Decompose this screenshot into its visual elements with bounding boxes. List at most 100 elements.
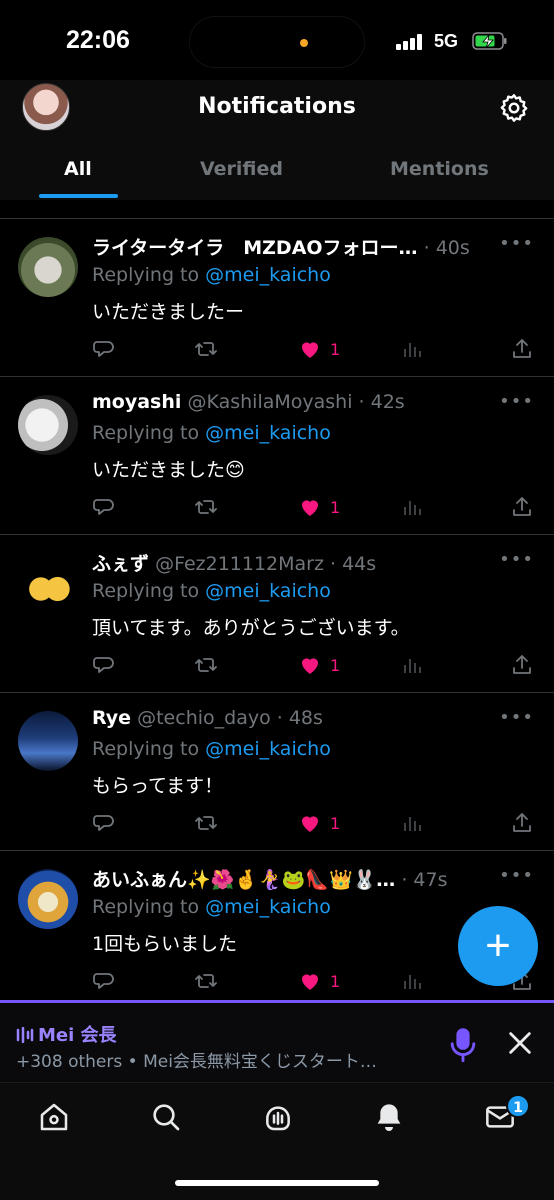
- reply-icon[interactable]: [92, 809, 116, 837]
- tweet-header: あいふぁん✨🌺🤞🧜‍♀️🐸👠👑🐰… · 47s: [92, 869, 448, 891]
- share-icon[interactable]: [510, 809, 534, 837]
- status-bar: 22:06 5G: [0, 0, 554, 80]
- network-type: 5G: [434, 31, 459, 51]
- display-name[interactable]: あいふぁん✨🌺🤞🧜‍♀️🐸👠👑🐰…: [92, 869, 395, 891]
- tweet-header: ライタータイラ MZDAOフォロー… · 40s: [92, 237, 470, 259]
- home-icon[interactable]: [38, 1101, 70, 1133]
- more-icon[interactable]: •••: [499, 233, 534, 254]
- tweet-header: ふぇず @Fez211112Marz · 44s: [92, 553, 377, 575]
- live-space-bar[interactable]: Mei 会長 +308 others • Mei会長無料宝くじスタート…: [0, 1000, 554, 1082]
- share-icon[interactable]: [510, 335, 534, 363]
- tweet-actions: 1: [92, 809, 542, 837]
- compose-button[interactable]: +: [458, 906, 538, 986]
- display-name[interactable]: ライタータイラ MZDAOフォロー…: [92, 237, 418, 259]
- audio-wave-icon: [16, 1026, 34, 1044]
- retweet-icon[interactable]: [194, 493, 218, 521]
- mention-link[interactable]: @mei_kaicho: [205, 580, 331, 602]
- avatar[interactable]: [18, 711, 78, 771]
- tab-verified[interactable]: Verified: [200, 158, 283, 180]
- active-tab-indicator: [39, 194, 118, 198]
- mention-link[interactable]: @mei_kaicho: [205, 422, 331, 444]
- avatar[interactable]: [18, 553, 78, 613]
- handle[interactable]: @KashilaMoyashi: [187, 391, 352, 413]
- analytics-icon[interactable]: [400, 967, 424, 995]
- close-icon[interactable]: [506, 1029, 534, 1057]
- status-time: 22:06: [66, 26, 130, 54]
- list-item[interactable]: moyashi @KashilaMoyashi · 42s ••• Replyi…: [0, 377, 554, 535]
- heart-icon: [302, 816, 318, 832]
- analytics-icon[interactable]: [400, 651, 424, 679]
- timestamp: 44s: [342, 553, 377, 575]
- like-button[interactable]: 1: [298, 967, 340, 995]
- tweet-actions: 1: [92, 651, 542, 679]
- battery-icon: [472, 32, 507, 50]
- replying-to: Replying to @mei_kaicho: [92, 738, 331, 760]
- heart-icon: [302, 342, 318, 358]
- mention-link[interactable]: @mei_kaicho: [205, 264, 331, 286]
- tweet-actions: 1: [92, 335, 542, 363]
- timestamp: 48s: [288, 707, 323, 729]
- like-button[interactable]: 1: [298, 493, 340, 521]
- display-name[interactable]: Rye: [92, 707, 131, 729]
- space-subtitle: +308 others • Mei会長無料宝くじスタート…: [16, 1052, 377, 1072]
- replying-to: Replying to @mei_kaicho: [92, 896, 331, 918]
- mention-link[interactable]: @mei_kaicho: [205, 896, 331, 918]
- more-icon[interactable]: •••: [499, 865, 534, 886]
- retweet-icon[interactable]: [194, 809, 218, 837]
- analytics-icon[interactable]: [400, 493, 424, 521]
- page-title: Notifications: [198, 94, 356, 119]
- microphone-icon[interactable]: [448, 1027, 478, 1063]
- analytics-icon[interactable]: [400, 335, 424, 363]
- retweet-icon[interactable]: [194, 967, 218, 995]
- more-icon[interactable]: •••: [499, 549, 534, 570]
- timestamp: 40s: [435, 237, 470, 259]
- share-icon[interactable]: [510, 651, 534, 679]
- plus-icon: +: [485, 921, 511, 970]
- more-icon[interactable]: •••: [499, 391, 534, 412]
- share-icon[interactable]: [510, 493, 534, 521]
- list-item[interactable]: ライタータイラ MZDAOフォロー… · 40s ••• Replying to…: [0, 219, 554, 377]
- reply-icon[interactable]: [92, 651, 116, 679]
- display-name[interactable]: ふぇず: [92, 553, 149, 575]
- reply-icon[interactable]: [92, 335, 116, 363]
- avatar[interactable]: [18, 869, 78, 929]
- retweet-icon[interactable]: [194, 651, 218, 679]
- tweet-text: いただきました😊: [92, 459, 245, 481]
- notifications-icon[interactable]: [373, 1101, 405, 1133]
- replying-to: Replying to @mei_kaicho: [92, 264, 331, 286]
- home-indicator: [175, 1180, 379, 1186]
- like-button[interactable]: 1: [298, 335, 340, 363]
- notifications-feed: ライタータイラ MZDAOフォロー… · 40s ••• Replying to…: [0, 219, 554, 1009]
- handle[interactable]: @techio_dayo: [137, 707, 271, 729]
- retweet-icon[interactable]: [194, 335, 218, 363]
- reply-icon[interactable]: [92, 493, 116, 521]
- like-count: 1: [330, 339, 341, 359]
- list-item[interactable]: Rye @techio_dayo · 48s ••• Replying to @…: [0, 693, 554, 851]
- settings-gear-icon[interactable]: [498, 92, 530, 124]
- avatar[interactable]: [18, 237, 78, 297]
- display-name[interactable]: moyashi: [92, 391, 181, 413]
- tweet-header: Rye @techio_dayo · 48s: [92, 707, 323, 729]
- tweet-text: もらってます！: [92, 775, 224, 797]
- tweet-text: 1回もらいました: [92, 933, 238, 955]
- tweet-actions: 1: [92, 493, 542, 521]
- tab-all[interactable]: All: [64, 158, 92, 180]
- messages-badge: 1: [506, 1094, 530, 1118]
- analytics-icon[interactable]: [400, 809, 424, 837]
- tweet-text: 頂いてます。ありがとうございます。: [92, 617, 410, 639]
- spaces-icon[interactable]: [262, 1101, 294, 1133]
- dynamic-island: [189, 16, 365, 68]
- like-button[interactable]: 1: [298, 809, 340, 837]
- more-icon[interactable]: •••: [499, 707, 534, 728]
- heart-icon: [302, 974, 318, 990]
- like-button[interactable]: 1: [298, 651, 340, 679]
- search-icon[interactable]: [150, 1101, 182, 1133]
- avatar[interactable]: [18, 395, 78, 455]
- like-count: 1: [330, 655, 341, 675]
- tab-mentions[interactable]: Mentions: [390, 158, 489, 180]
- like-count: 1: [330, 813, 341, 833]
- handle[interactable]: @Fez211112Marz: [155, 553, 324, 575]
- mention-link[interactable]: @mei_kaicho: [205, 738, 331, 760]
- list-item[interactable]: ふぇず @Fez211112Marz · 44s ••• Replying to…: [0, 535, 554, 693]
- reply-icon[interactable]: [92, 967, 116, 995]
